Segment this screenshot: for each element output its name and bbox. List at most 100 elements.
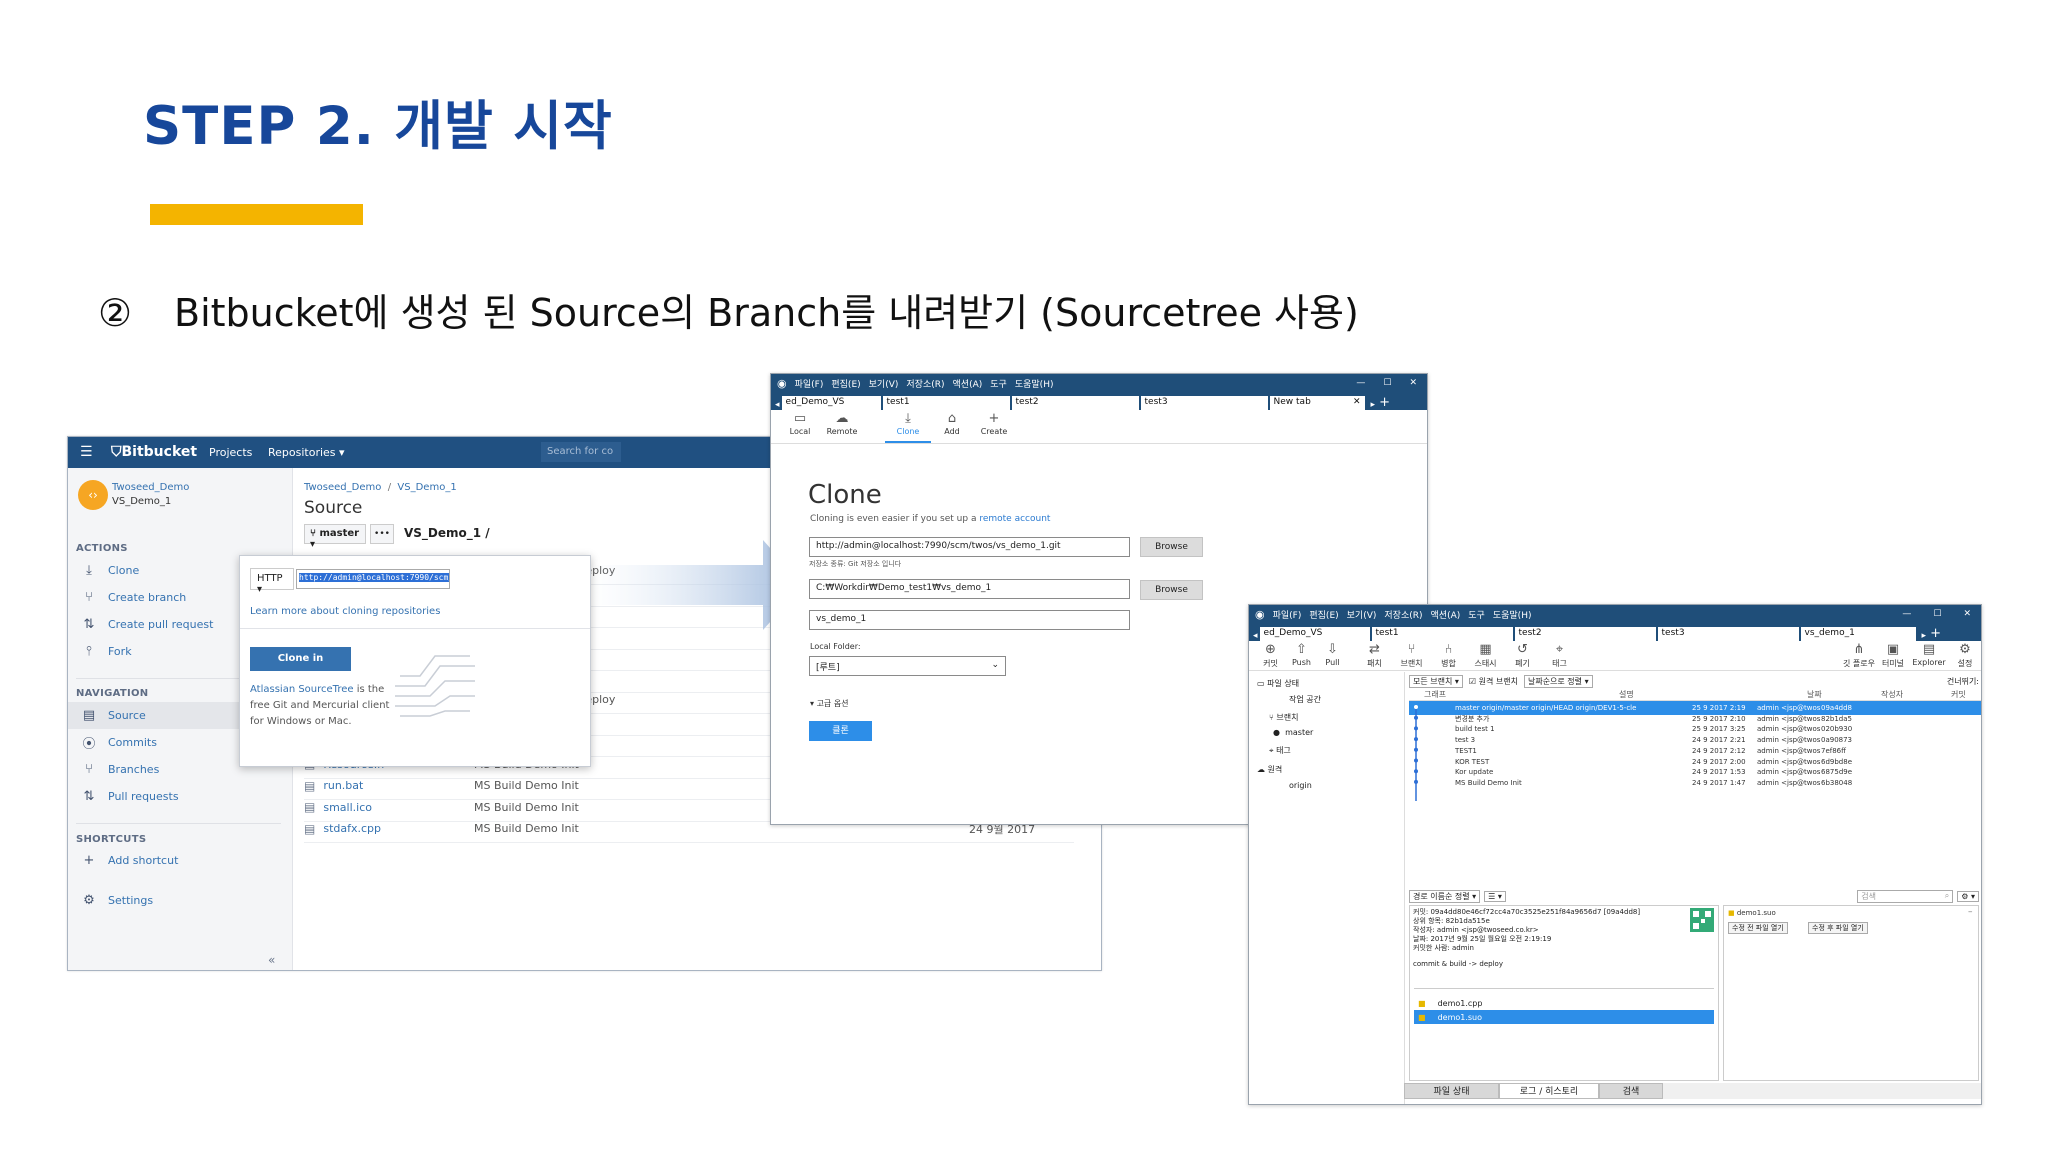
- toolbar-stash[interactable]: ▦ 스태시: [1467, 641, 1504, 670]
- toolbar-clone[interactable]: ⤓ Clone: [885, 410, 931, 443]
- settings-link[interactable]: ⚙ Settings: [68, 887, 278, 914]
- protocol-select[interactable]: HTTP ▾: [250, 568, 294, 595]
- close-tab-icon[interactable]: ✕: [1353, 397, 1361, 409]
- tab-file-status[interactable]: 파일 상태: [1404, 1083, 1499, 1099]
- toolbar-git-flow[interactable]: ⋔ 깃 플로우: [1843, 641, 1875, 670]
- open-before-button[interactable]: 수정 전 파일 열기: [1728, 922, 1788, 934]
- tab-test3[interactable]: test3: [1140, 396, 1268, 410]
- add-tab-icon[interactable]: +: [1930, 627, 1941, 641]
- path-sort-select[interactable]: 경로 이름순 정렬 ▾: [1409, 889, 1481, 903]
- browse-destination-button[interactable]: Browse: [1140, 580, 1203, 600]
- learn-more-link[interactable]: Learn more about cloning repositories: [250, 606, 440, 617]
- sort-select[interactable]: 날짜순으로 정렬 ▾: [1523, 674, 1593, 688]
- close-button[interactable]: ✕: [1409, 378, 1417, 388]
- menu-item[interactable]: 액션(A): [953, 377, 983, 390]
- destination-path-input[interactable]: C:₩Workdir₩Demo_test1₩vs_demo_1: [809, 579, 1130, 599]
- name-input[interactable]: vs_demo_1: [809, 610, 1130, 630]
- project-link[interactable]: Twoseed_Demo: [112, 482, 189, 493]
- sidebar-remote-origin[interactable]: origin: [1289, 781, 1312, 790]
- breadcrumb-project[interactable]: Twoseed_Demo: [304, 482, 381, 493]
- toolbar-push[interactable]: ⇧ Push: [1286, 641, 1317, 670]
- toolbar-remote[interactable]: ☁ Remote: [821, 410, 863, 443]
- tab-search[interactable]: 검색: [1599, 1083, 1663, 1099]
- toolbar-terminal[interactable]: ▣ 터미널: [1877, 641, 1909, 670]
- toolbar-discard[interactable]: ↺ 폐기: [1504, 641, 1541, 670]
- collapse-sidebar-button[interactable]: «: [268, 953, 275, 967]
- menu-item[interactable]: 편집(E): [831, 377, 860, 390]
- menu-item[interactable]: 도움말(H): [1015, 377, 1054, 390]
- clone-in-sourcetree-button[interactable]: Clone in SourceTree: [250, 647, 351, 688]
- sidebar-branch-master[interactable]: ● master: [1273, 728, 1313, 737]
- tab-vs-demo-1[interactable]: vs_demo_1: [1800, 627, 1916, 641]
- file-name[interactable]: ▤ small.ico: [304, 800, 474, 814]
- collapse-icon[interactable]: –: [1968, 907, 1973, 917]
- toolbar-explorer[interactable]: ▤ Explorer: [1911, 641, 1947, 670]
- toolbar-local[interactable]: ▭ Local: [779, 410, 821, 443]
- search-input[interactable]: Search for co: [541, 442, 621, 462]
- menu-item[interactable]: 저장소(R): [906, 377, 944, 390]
- toolbar-branch[interactable]: ⑂ 브랜치: [1393, 641, 1430, 670]
- sourcetree-link[interactable]: Atlassian SourceTree: [250, 684, 354, 695]
- tab-scroll-right-icon[interactable]: ▸: [1922, 631, 1927, 641]
- toolbar-add[interactable]: ⌂ Add: [931, 410, 973, 443]
- changed-file-row-selected[interactable]: ■ demo1.suo: [1414, 1010, 1714, 1024]
- tab-new[interactable]: New tab ✕: [1269, 396, 1365, 410]
- menu-item[interactable]: 파일(F): [1273, 608, 1302, 621]
- maximize-button[interactable]: ☐: [1933, 609, 1941, 619]
- tab-ed-demo-vs[interactable]: ed_Demo_VS: [781, 396, 881, 410]
- toolbar-tag[interactable]: ⌖ 태그: [1541, 641, 1578, 670]
- advanced-options-toggle[interactable]: ▾ 고급 옵션: [810, 698, 849, 709]
- toolbar-merge[interactable]: ⑃ 병합: [1430, 641, 1467, 670]
- open-after-button[interactable]: 수정 후 파일 열기: [1808, 922, 1868, 934]
- clone-url-field[interactable]: http://admin@localhost:7990/scm/twos/vs_…: [296, 569, 450, 589]
- col-graph[interactable]: 그래프: [1424, 689, 1446, 700]
- menu-item[interactable]: 보기(V): [869, 377, 899, 390]
- remote-branch-checkbox[interactable]: ☑ 원격 브랜치: [1469, 676, 1518, 687]
- menu-item[interactable]: 도구: [990, 377, 1007, 390]
- sidebar-remotes[interactable]: ☁ 원격: [1257, 764, 1282, 775]
- tab-ed-demo-vs[interactable]: ed_Demo_VS: [1259, 627, 1370, 641]
- menu-item[interactable]: 보기(V): [1347, 608, 1377, 621]
- sidebar-file-status[interactable]: ▭ 파일 상태: [1257, 678, 1299, 689]
- tab-scroll-left-icon[interactable]: ◂: [1253, 631, 1258, 641]
- tab-test3[interactable]: test3: [1657, 627, 1799, 641]
- branch-selector[interactable]: ⑂ master ▾: [304, 524, 366, 550]
- tab-test1[interactable]: test1: [1371, 627, 1513, 641]
- col-description[interactable]: 설명: [1619, 689, 1634, 700]
- nav-repositories[interactable]: Repositories ▾: [268, 446, 345, 459]
- menu-item[interactable]: 도구: [1468, 608, 1485, 621]
- col-author[interactable]: 작성자: [1881, 689, 1903, 700]
- toolbar-create[interactable]: + Create: [973, 410, 1015, 443]
- maximize-button[interactable]: ☐: [1383, 378, 1391, 388]
- branch-filter-select[interactable]: 모든 브랜치 ▾: [1409, 674, 1463, 688]
- toolbar-patch[interactable]: ⇄ 패치: [1356, 641, 1393, 670]
- sidebar-workspace[interactable]: 작업 공간: [1289, 694, 1321, 705]
- browse-source-button[interactable]: Browse: [1140, 537, 1203, 557]
- menu-item[interactable]: 파일(F): [795, 377, 824, 390]
- toolbar-commit[interactable]: ⊕ 커밋: [1255, 641, 1286, 670]
- close-button[interactable]: ✕: [1963, 609, 1971, 619]
- file-name[interactable]: ▤ run.bat: [304, 779, 474, 793]
- bitbucket-logo[interactable]: ⛉Bitbucket: [111, 444, 197, 460]
- nav-pull-requests[interactable]: ⇅ Pull requests: [68, 783, 278, 810]
- tab-scroll-right-icon[interactable]: ▸: [1371, 400, 1376, 410]
- menu-item[interactable]: 도움말(H): [1493, 608, 1532, 621]
- changed-file-row[interactable]: ■ demo1.cpp: [1414, 996, 1714, 1010]
- settings-menu[interactable]: ⚙ ▾: [1957, 890, 1979, 902]
- sidebar-tags[interactable]: ⌖ 태그: [1269, 745, 1291, 756]
- toolbar-settings[interactable]: ⚙ 설정: [1949, 641, 1981, 670]
- menu-item[interactable]: 저장소(R): [1384, 608, 1422, 621]
- source-url-input[interactable]: http://admin@localhost:7990/scm/twos/vs_…: [809, 537, 1130, 557]
- sidebar-branches[interactable]: ⑂ 브랜치: [1269, 712, 1298, 723]
- toolbar-pull[interactable]: ⇩ Pull: [1317, 641, 1348, 670]
- add-shortcut[interactable]: + Add shortcut: [68, 847, 278, 874]
- menu-item[interactable]: 편집(E): [1309, 608, 1338, 621]
- view-mode-select[interactable]: ☰ ▾: [1484, 890, 1506, 902]
- tab-test1[interactable]: test1: [882, 396, 1010, 410]
- add-tab-icon[interactable]: +: [1379, 396, 1390, 410]
- more-button[interactable]: •••: [370, 524, 394, 544]
- menu-item[interactable]: 액션(A): [1431, 608, 1461, 621]
- local-folder-select[interactable]: [루트] ⌄: [809, 656, 1006, 676]
- file-search-input[interactable]: 검색 ⌕: [1857, 889, 1954, 903]
- tab-test2[interactable]: test2: [1011, 396, 1139, 410]
